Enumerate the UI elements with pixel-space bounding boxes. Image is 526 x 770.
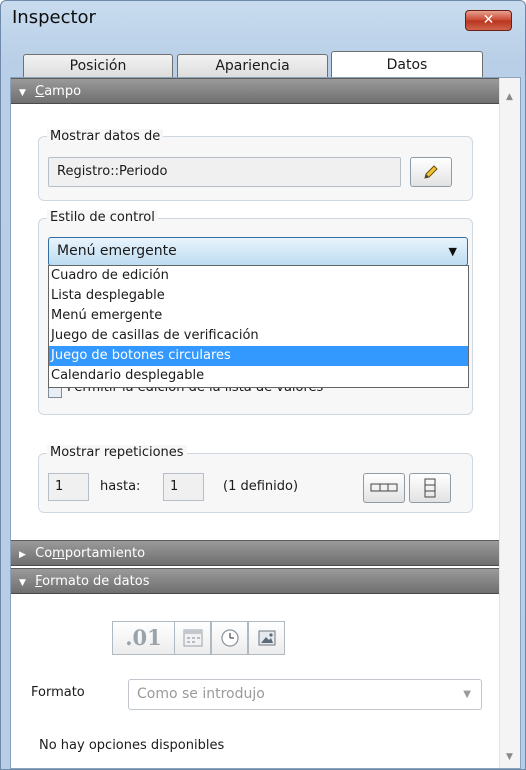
scroll-down-icon[interactable]: ▼ (506, 752, 513, 762)
number-format-label: .01 (125, 625, 162, 650)
option-calendario-desplegable[interactable]: Calendario desplegable (49, 366, 468, 386)
tab-apariencia[interactable]: Apariencia (177, 54, 328, 78)
vertical-orientation-button[interactable] (409, 473, 451, 503)
triangle-right-icon: ▶ (19, 550, 26, 560)
clock-icon (220, 629, 239, 647)
section-header-campo[interactable]: ▼ Campo (11, 78, 499, 104)
format-date-button[interactable] (174, 621, 211, 655)
no-options-message: No hay opciones disponibles (39, 738, 225, 753)
label-defined-count: (1 definido) (223, 479, 299, 494)
close-button[interactable]: ✕ (465, 10, 512, 31)
control-style-select[interactable]: Menú emergente ▼ (48, 237, 468, 266)
format-select[interactable]: Como se introdujo ▼ (128, 679, 482, 710)
dropdown-arrow-icon: ▼ (448, 245, 457, 258)
scrollbar[interactable]: ▲ ▼ (499, 78, 520, 768)
format-time-button[interactable] (211, 621, 248, 655)
triangle-down-icon: ▼ (19, 88, 26, 98)
group-label-estilo-control: Estilo de control (47, 210, 158, 225)
tab-posicion[interactable]: Posición (23, 54, 173, 78)
dropdown-arrow-icon: ▼ (463, 689, 471, 700)
horizontal-orientation-button[interactable] (363, 473, 405, 503)
label-formato: Formato (31, 685, 85, 700)
edit-field-button[interactable] (410, 157, 452, 187)
option-cuadro-edicion[interactable]: Cuadro de edición (49, 266, 468, 286)
option-botones-circulares[interactable]: Juego de botones circulares (49, 346, 468, 366)
close-icon: ✕ (482, 12, 495, 28)
repetitions-from-input[interactable]: 1 (48, 473, 89, 501)
calendar-icon (183, 629, 202, 647)
image-icon (258, 630, 275, 646)
checkbox-allow-edit[interactable] (48, 388, 62, 398)
control-style-value: Menú emergente (57, 243, 177, 259)
option-casillas-verificacion[interactable]: Juego de casillas de verificación (49, 326, 468, 346)
section-title-comportamiento: Comportamiento (35, 546, 146, 561)
repetitions-to-input[interactable]: 1 (163, 473, 204, 501)
horizontal-repeat-icon (370, 483, 398, 492)
inspector-window: Inspector ✕ Posición Apariencia Datos ▼ … (0, 0, 526, 770)
option-lista-desplegable[interactable]: Lista desplegable (49, 286, 468, 306)
control-style-dropdown-list[interactable]: Cuadro de edición Lista desplegable Menú… (48, 265, 469, 388)
label-hasta: hasta: (100, 479, 141, 494)
section-title-formato: Formato de datos (35, 574, 150, 589)
option-menu-emergente[interactable]: Menú emergente (49, 306, 468, 326)
section-header-formato[interactable]: ▼ Formato de datos (11, 568, 499, 594)
scroll-up-icon[interactable]: ▲ (506, 92, 513, 102)
format-number-button[interactable]: .01 (112, 621, 175, 655)
format-select-value: Como se introdujo (137, 686, 265, 702)
section-header-comportamiento[interactable]: ▶ Comportamiento (11, 540, 499, 566)
field-path-display: Registro::Periodo (48, 157, 401, 187)
group-label-repeticiones: Mostrar repeticiones (47, 445, 187, 460)
vertical-repeat-icon (424, 478, 436, 498)
window-title: Inspector (12, 7, 96, 28)
inspector-panel: ▼ Campo Mostrar datos de Registro::Perio… (10, 77, 521, 769)
title-bar[interactable]: Inspector ✕ (1, 1, 525, 39)
tab-datos[interactable]: Datos (331, 51, 483, 78)
pencil-icon (424, 165, 438, 179)
tab-bar: Posición Apariencia Datos (23, 51, 483, 78)
section-title-campo: Campo (35, 84, 82, 99)
group-label-mostrar-datos: Mostrar datos de (47, 129, 164, 144)
format-graphic-button[interactable] (248, 621, 285, 655)
triangle-down-icon: ▼ (19, 578, 26, 588)
